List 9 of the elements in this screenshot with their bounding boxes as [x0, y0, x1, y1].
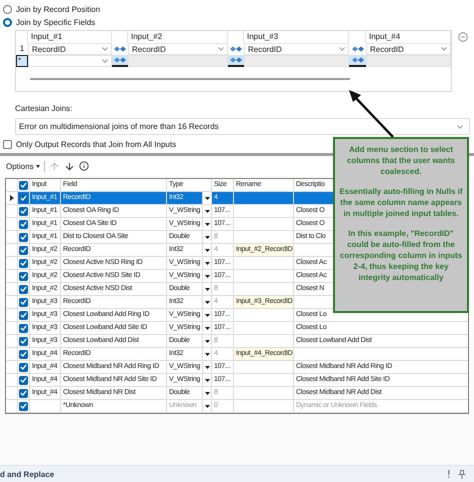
- callout-text: In this example, "RecordID" could be auto-filled from the corresponding column in inputs 2-4, thus keeping the key integrity automatically: [338, 228, 464, 283]
- callout-text: Add menu section to select columns that the user wants coalesced.: [346, 144, 456, 177]
- new-row-marker: *: [16, 55, 28, 67]
- cartesian-joins-label: Cartesian Joins:: [15, 104, 72, 113]
- callout-text: Essentially auto-filling in Nulls if the same column name appears in multiple joined input tables.: [338, 186, 464, 219]
- checkbox-label: Only Output Records that Join from All Inputs: [16, 140, 176, 149]
- footer-title: d and Replace: [0, 470, 54, 478]
- radio-label: Join by Record Position: [16, 5, 100, 14]
- radio-label: Join by Specific Fields: [16, 18, 96, 27]
